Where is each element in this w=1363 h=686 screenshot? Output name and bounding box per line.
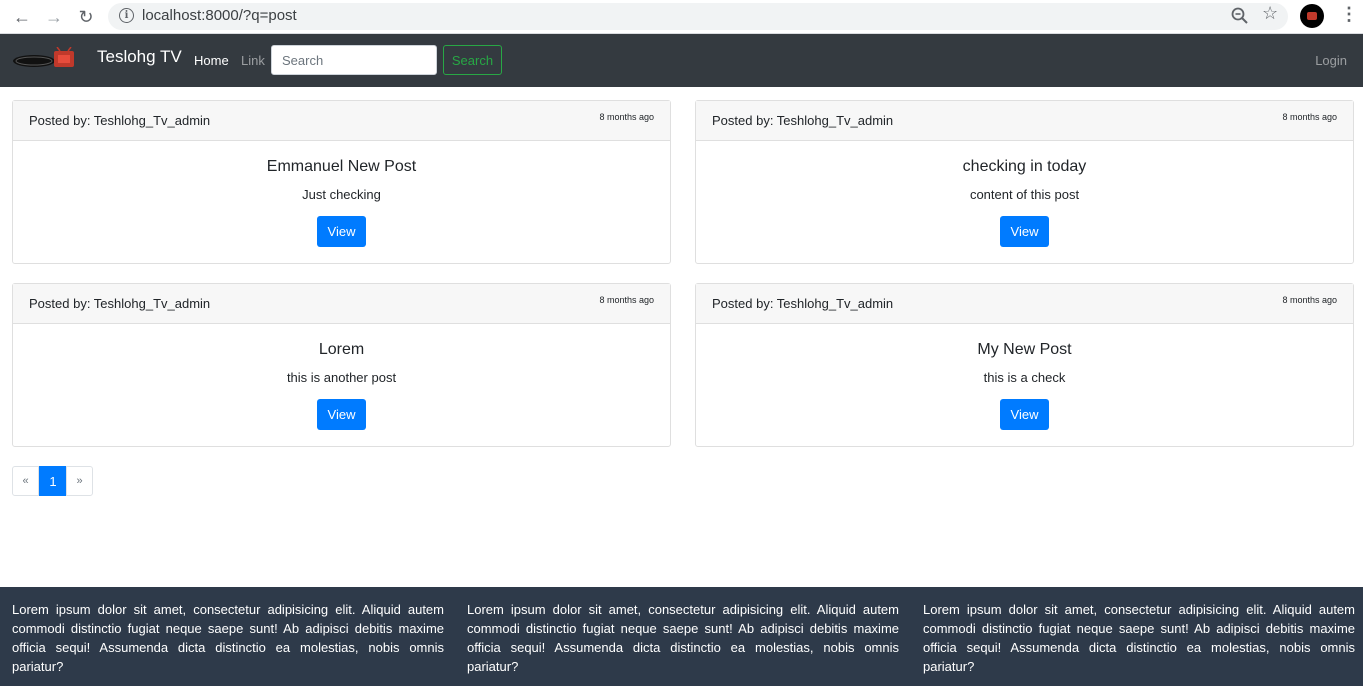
forward-arrow-icon[interactable]: → xyxy=(42,5,66,29)
view-button[interactable]: View xyxy=(317,216,366,247)
pagination-page-current[interactable]: 1 xyxy=(39,466,67,496)
post-card: Posted by: Teshlohg_Tv_admin 8 months ag… xyxy=(695,283,1354,447)
post-title: My New Post xyxy=(977,341,1072,358)
search-input[interactable] xyxy=(271,45,437,75)
view-button[interactable]: View xyxy=(1000,399,1049,430)
info-icon[interactable]: i xyxy=(119,8,134,23)
post-time: 8 months ago xyxy=(1282,295,1337,305)
post-time: 8 months ago xyxy=(1282,112,1337,122)
post-title: Emmanuel New Post xyxy=(266,158,417,175)
back-arrow-icon[interactable]: ← xyxy=(10,5,34,29)
post-title: checking in today xyxy=(962,158,1087,175)
site-navbar: Teslohg TV Home Link Search Login xyxy=(0,34,1363,87)
address-bar[interactable]: i localhost:8000/?q=post xyxy=(108,3,1288,30)
card-header: Posted by: Teshlohg_Tv_admin 8 months ag… xyxy=(696,284,1353,324)
card-header: Posted by: Teshlohg_Tv_admin 8 months ag… xyxy=(13,284,670,324)
post-text: this is a check xyxy=(983,370,1066,385)
profile-avatar[interactable] xyxy=(1300,4,1324,28)
footer-text: Lorem ipsum dolor sit amet, consectetur … xyxy=(923,602,1355,674)
card-header: Posted by: Teshlohg_Tv_admin 8 months ag… xyxy=(13,101,670,141)
site-footer: Lorem ipsum dolor sit amet, consectetur … xyxy=(0,587,1363,686)
bookmark-star-icon[interactable]: ☆ xyxy=(1262,3,1278,24)
posted-by: Posted by: Teshlohg_Tv_admin xyxy=(712,296,894,311)
post-card: Posted by: Teshlohg_Tv_admin 8 months ag… xyxy=(695,100,1354,264)
reload-icon[interactable]: ↻ xyxy=(74,5,98,29)
login-link[interactable]: Login xyxy=(1315,53,1347,68)
post-title: Lorem xyxy=(318,341,365,358)
footer-text: Lorem ipsum dolor sit amet, consectetur … xyxy=(12,602,444,674)
posted-by: Posted by: Teshlohg_Tv_admin xyxy=(29,296,211,311)
nav-link[interactable]: Link xyxy=(241,53,265,68)
site-brand[interactable]: Teslohg TV xyxy=(97,47,182,67)
posted-by: Posted by: Teshlohg_Tv_admin xyxy=(712,113,894,128)
post-card: Posted by: Teshlohg_Tv_admin 8 months ag… xyxy=(12,100,671,264)
url-text[interactable]: localhost:8000/?q=post xyxy=(142,7,297,24)
zoom-icon[interactable] xyxy=(1230,6,1250,26)
post-card: Posted by: Teshlohg_Tv_admin 8 months ag… xyxy=(12,283,671,447)
pagination-next[interactable]: » xyxy=(66,466,93,496)
post-time: 8 months ago xyxy=(599,112,654,122)
site-logo[interactable] xyxy=(12,47,76,71)
post-text: content of this post xyxy=(969,187,1080,202)
post-time: 8 months ago xyxy=(599,295,654,305)
post-text: this is another post xyxy=(286,370,397,385)
view-button[interactable]: View xyxy=(1000,216,1049,247)
search-button[interactable]: Search xyxy=(443,45,502,75)
pagination-prev[interactable]: « xyxy=(12,466,39,496)
nav-home-link[interactable]: Home xyxy=(194,53,229,68)
post-text: Just checking xyxy=(302,187,381,202)
posted-by: Posted by: Teshlohg_Tv_admin xyxy=(29,113,211,128)
view-button[interactable]: View xyxy=(317,399,366,430)
pagination: « 1 » xyxy=(12,466,93,496)
card-header: Posted by: Teshlohg_Tv_admin 8 months ag… xyxy=(696,101,1353,141)
footer-text: Lorem ipsum dolor sit amet, consectetur … xyxy=(467,602,899,674)
menu-kebab-icon[interactable]: ⋮ xyxy=(1340,4,1358,25)
browser-toolbar: ← → ↻ i localhost:8000/?q=post ☆ ⋮ xyxy=(0,0,1363,34)
